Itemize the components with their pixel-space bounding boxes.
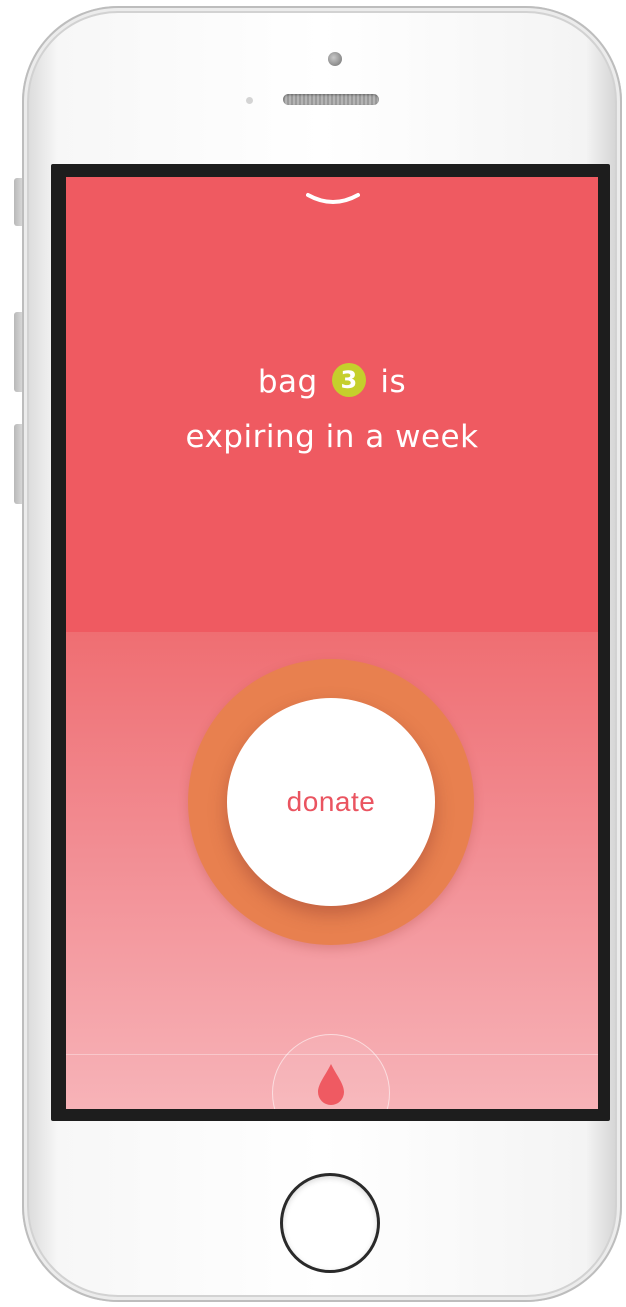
bag-number-badge: 3 <box>332 363 367 397</box>
message-prefix: bag <box>257 364 318 400</box>
blood-drop-icon[interactable] <box>315 1062 347 1106</box>
message-line-2: expiring in a week <box>185 419 479 455</box>
expiry-message: bag 3 is expiring in a week <box>66 355 598 465</box>
donate-label: donate <box>286 786 376 817</box>
mockup-stage: bag 3 is expiring in a week donate <box>0 0 626 1307</box>
proximity-sensor <box>246 97 253 104</box>
front-camera <box>328 52 342 66</box>
message-suffix: is <box>380 364 407 400</box>
earpiece-speaker <box>283 94 379 105</box>
notification-panel: bag 3 is expiring in a week <box>66 177 598 632</box>
app-screen: bag 3 is expiring in a week donate <box>66 177 598 1109</box>
message-line-1: bag 3 is <box>66 355 598 410</box>
home-button[interactable] <box>280 1173 380 1273</box>
chevron-down-icon[interactable] <box>306 191 360 211</box>
donate-button[interactable]: donate <box>227 698 435 906</box>
